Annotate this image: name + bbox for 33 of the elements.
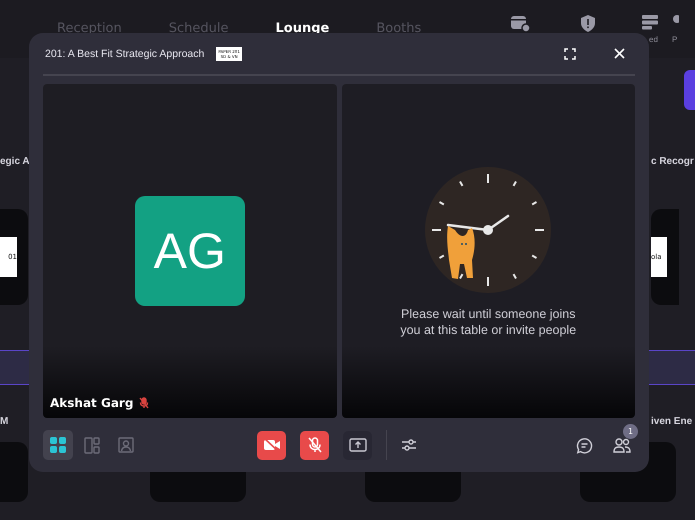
stack-icon[interactable] [641, 14, 659, 30]
microphone-off-button[interactable] [300, 430, 329, 460]
fullscreen-icon[interactable] [564, 48, 576, 60]
people-icon[interactable] [613, 437, 631, 453]
nav-tab[interactable]: Reception [57, 21, 122, 36]
shield-icon[interactable] [580, 14, 596, 33]
microphone-off-icon [308, 437, 322, 453]
avatar: AG [134, 196, 245, 306]
settings-icon[interactable] [401, 438, 417, 452]
calendar-icon[interactable] [510, 14, 530, 32]
close-icon[interactable] [614, 48, 625, 59]
grid-layout-button[interactable] [43, 430, 73, 460]
table-title: egic A [0, 156, 28, 167]
nav-label: ed [649, 35, 658, 44]
table-title: M [0, 416, 8, 429]
camera-off-icon [262, 438, 280, 452]
count-badge: 1 [623, 424, 638, 439]
share-screen-button[interactable] [343, 430, 372, 460]
window-title: 201: A Best Fit Strategic Approach [45, 48, 204, 60]
chat-icon[interactable] [576, 436, 593, 454]
table-title: iven Ene [651, 416, 694, 429]
person-frame-icon [118, 437, 134, 453]
table-title: c Recogr [651, 156, 694, 167]
nav-tab[interactable]: Schedule [168, 21, 228, 36]
share-screen-icon [348, 438, 366, 452]
nav-label: P [672, 35, 678, 44]
grid-icon [50, 437, 66, 453]
sidebar-layout-icon [84, 436, 100, 454]
participant-name: Akshat Garg [50, 396, 134, 410]
nav-tab[interactable]: Booths [376, 21, 422, 36]
camera-off-button[interactable] [257, 430, 286, 460]
waiting-message: Please wait until someone joins you at this table or invite people [399, 306, 578, 338]
nav-tab[interactable]: Lounge [276, 21, 330, 36]
